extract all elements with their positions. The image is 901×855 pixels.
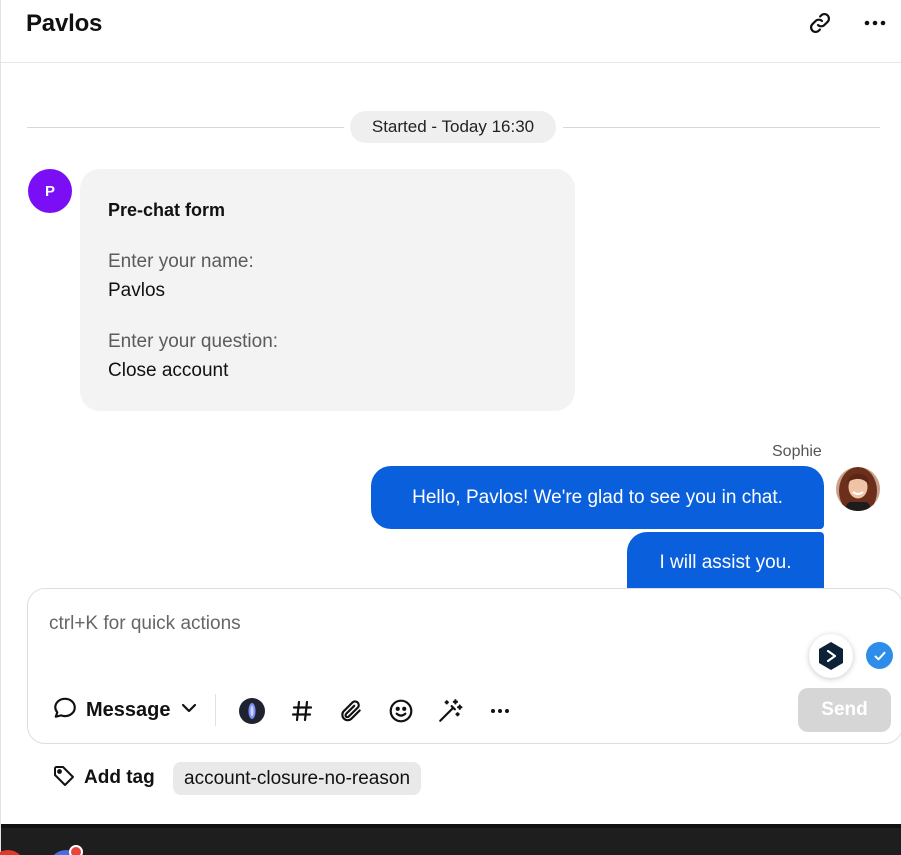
add-tag-button[interactable]: Add tag [52,764,155,792]
check-icon[interactable] [866,642,893,669]
send-button[interactable]: Send [798,688,891,732]
chat-started-label: Started - Today 16:30 [350,111,556,143]
message-input[interactable] [49,613,789,635]
hashtag-icon[interactable] [288,697,316,725]
paperclip-icon[interactable] [337,697,365,725]
agent-name: Sophie [772,443,822,460]
chat-panel: Pavlos Started - Today 16:30 P Pre-chat … [0,0,901,855]
toolbar-divider [215,694,216,726]
chat-header: Pavlos [1,0,901,63]
prechat-form-title: Pre-chat form [108,200,226,220]
customer-avatar: P [28,169,72,213]
prechat-field-value: Close account [108,360,229,381]
agent-message-bubble: Hello, Pavlos! We're glad to see you in … [371,466,824,529]
chat-bubble-icon [52,695,78,726]
notification-badge-icon [69,845,83,855]
message-composer: Message [27,588,901,744]
message-mode-dropdown[interactable]: Message [52,697,199,723]
tag-icon [52,764,76,793]
chevron-down-icon [179,698,199,723]
magic-wand-icon[interactable] [436,697,464,725]
ai-assistant-icon[interactable] [238,697,266,725]
more-horizontal-icon[interactable] [862,10,888,36]
chat-title: Pavlos [26,10,103,37]
divider-right [563,127,880,128]
emoji-icon[interactable] [387,697,415,725]
tag-chip[interactable]: account-closure-no-reason [173,762,422,795]
divider-left [27,127,344,128]
bot-avatar-icon[interactable] [809,634,853,678]
add-tag-label: Add tag [84,767,155,788]
agent-avatar [836,467,880,511]
os-taskbar [0,824,901,855]
prechat-field-label: Enter your question: [108,331,279,352]
message-mode-label: Message [86,698,171,721]
agent-message-bubble: I will assist you. [627,532,824,594]
link-icon[interactable] [807,10,833,36]
taskbar-app-icon[interactable] [0,850,25,855]
more-horizontal-icon[interactable] [486,697,514,725]
prechat-field-value: Pavlos [108,280,166,301]
prechat-field-label: Enter your name: [108,251,254,272]
prechat-form-card: Pre-chat form Enter your name: Pavlos En… [80,169,575,411]
